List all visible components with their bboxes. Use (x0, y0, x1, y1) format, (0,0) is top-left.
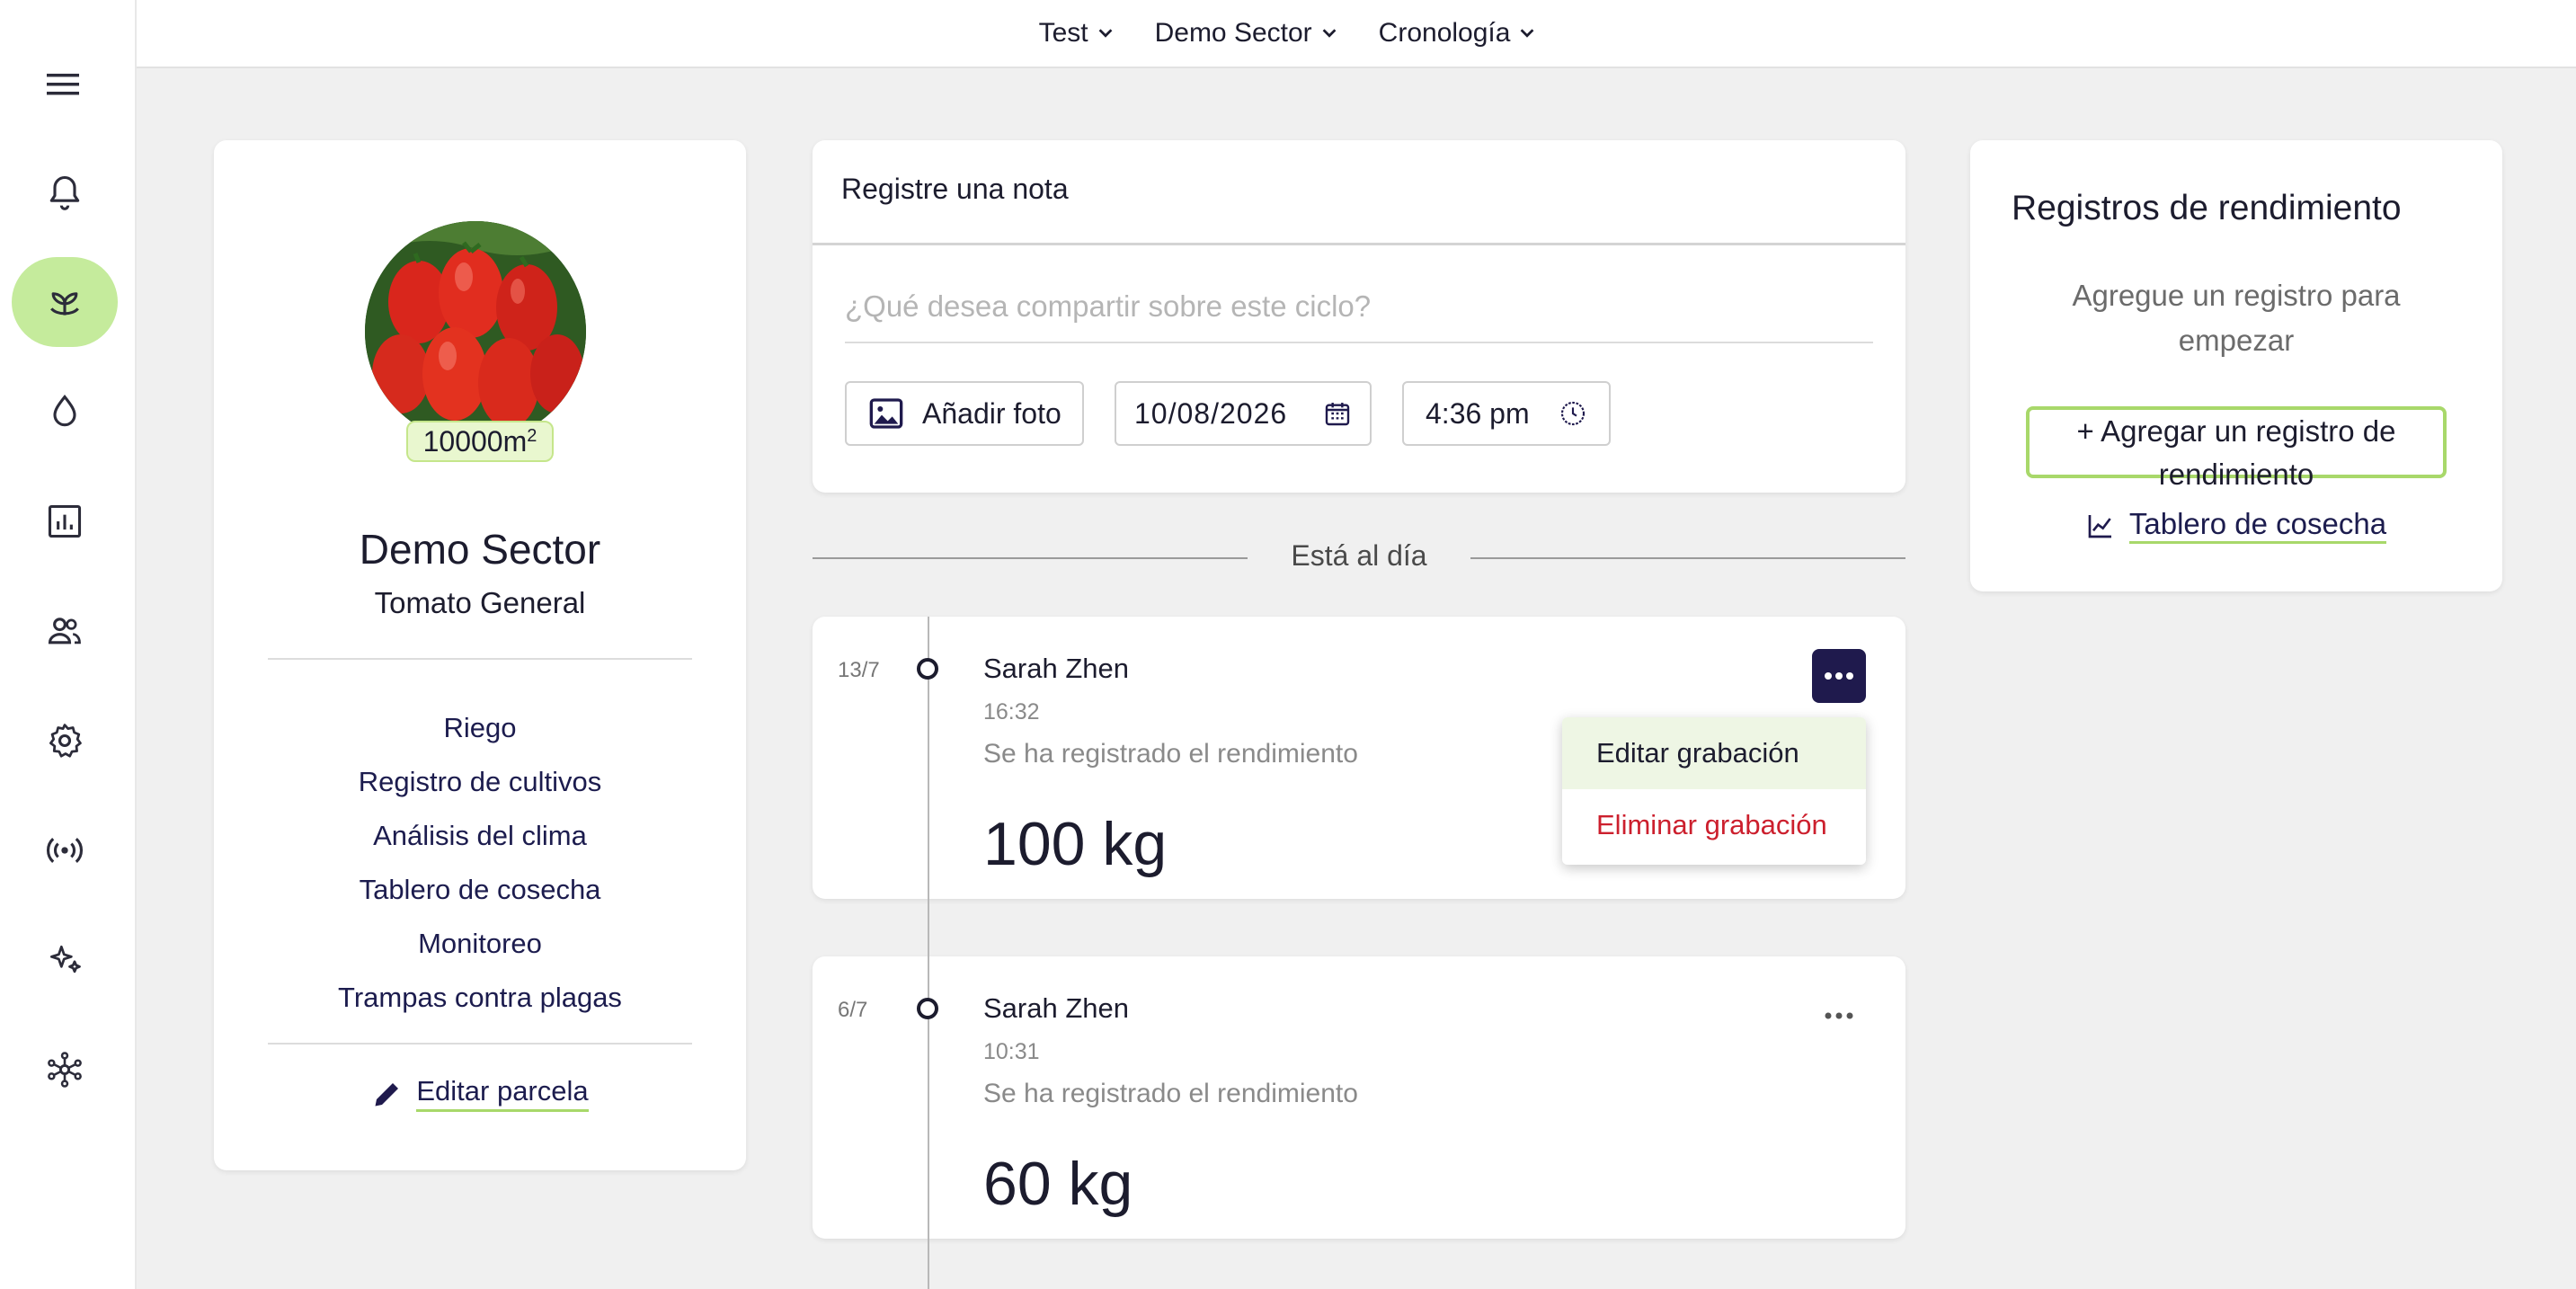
yield-title: Registros de rendimiento (2012, 189, 2402, 227)
calendar-icon (1325, 403, 1350, 426)
hamburger-menu-icon[interactable] (45, 67, 81, 102)
plot-crop-photo (365, 221, 586, 442)
edit-plot-link[interactable]: Editar parcela (214, 1075, 746, 1112)
plot-area-value: 10000m (422, 424, 528, 458)
add-yield-record-button[interactable]: + Agregar un registro de rendimiento (2026, 406, 2447, 491)
plot-area-badge: 10000m 2 (406, 421, 554, 462)
up-to-date-label: Está al día (1269, 539, 1449, 572)
yield-records-card: Registros de rendimiento Agregue un regi… (1970, 140, 2502, 591)
note-composer-card: Registre una nota Añadir foto 10/08/2026… (813, 140, 1905, 493)
entry-amount: 60 kg (983, 1150, 1133, 1218)
more-horizontal-icon (1825, 672, 1853, 680)
network-icon (48, 1052, 82, 1088)
entry-more-button[interactable] (1812, 649, 1866, 703)
edit-plot-label: Editar parcela (416, 1075, 589, 1112)
broadcast-icon (47, 838, 83, 863)
entry-actions-menu: Editar grabación Eliminar grabación (1562, 717, 1866, 865)
sidebar (0, 0, 137, 1289)
sidebar-item-sensors[interactable] (12, 805, 118, 895)
gear-icon (49, 724, 82, 758)
sidebar-item-ai[interactable] (12, 915, 118, 1005)
harvest-board-label: Tablero de cosecha (2128, 507, 2387, 544)
sidebar-item-team[interactable] (12, 586, 118, 676)
plant-icon (50, 292, 79, 316)
entry-author: Sarah Zhen (983, 992, 1129, 1024)
chevron-down-icon (1322, 29, 1337, 38)
crumb-view-label: Cronología (1378, 18, 1511, 48)
plot-crop: Tomato General (374, 586, 586, 619)
pencil-icon (375, 1082, 399, 1106)
date-value: 10/08/2026 (1134, 396, 1288, 430)
sidebar-item-integrations[interactable] (12, 1025, 118, 1115)
sidebar-item-settings[interactable] (12, 696, 118, 786)
time-field[interactable]: 4:36 pm (1402, 381, 1611, 446)
crumb-organization-label: Test (1038, 18, 1088, 48)
divider (813, 243, 1905, 245)
timeline-line (928, 617, 929, 1289)
line-chart-icon (2088, 514, 2111, 538)
entry-description: Se ha registrado el rendimiento (983, 739, 1358, 769)
plot-link-pest-traps[interactable]: Trampas contra plagas (338, 971, 622, 1025)
entry-date: 6/7 (838, 998, 868, 1022)
yield-empty-message: Agregue un registro para empezar (2072, 279, 2401, 357)
delete-record-option[interactable]: Eliminar grabación (1562, 789, 1866, 861)
note-input[interactable] (845, 271, 1873, 343)
up-to-date-separator: Está al día (813, 538, 1905, 579)
entry-author: Sarah Zhen (983, 653, 1129, 684)
entry-time: 10:31 (983, 1039, 1040, 1064)
plot-area-exponent: 2 (527, 425, 537, 446)
plot-link-monitoring[interactable]: Monitoreo (418, 917, 542, 971)
plot-links-list: Riego Registro de cultivos Análisis del … (214, 701, 746, 1025)
sidebar-item-reports[interactable] (12, 476, 118, 566)
add-photo-button[interactable]: Añadir foto (845, 381, 1084, 446)
people-icon (48, 618, 81, 644)
entry-amount: 100 kg (983, 810, 1168, 878)
timeline-dot (917, 998, 938, 1019)
add-photo-label: Añadir foto (922, 396, 1061, 430)
timeline-dot (917, 658, 938, 680)
tomato-image (365, 221, 586, 442)
image-icon (869, 398, 903, 429)
sparkles-icon (49, 945, 81, 973)
clock-icon (1560, 401, 1586, 426)
chart-icon (48, 504, 82, 538)
plot-link-weather[interactable]: Análisis del clima (373, 809, 587, 863)
edit-record-option[interactable]: Editar grabación (1562, 717, 1866, 789)
sidebar-item-irrigation[interactable] (12, 367, 118, 457)
harvest-board-link[interactable]: Tablero de cosecha (1970, 507, 2502, 544)
note-title: Registre una nota (841, 173, 1069, 205)
crumb-organization[interactable]: Test (1039, 18, 1115, 49)
date-field[interactable]: 10/08/2026 (1115, 381, 1372, 446)
sidebar-item-notifications[interactable] (12, 147, 118, 237)
chevron-down-icon (1521, 29, 1534, 38)
entry-more-button[interactable] (1812, 989, 1866, 1043)
entry-date: 13/7 (838, 658, 880, 682)
divider (268, 1043, 692, 1045)
divider (268, 658, 692, 660)
sidebar-item-plots[interactable] (12, 257, 118, 347)
crumb-sector-label: Demo Sector (1154, 18, 1312, 48)
entry-time: 16:32 (983, 699, 1040, 725)
chevron-down-icon (1098, 29, 1112, 38)
entry-description: Se ha registrado el rendimiento (983, 1079, 1358, 1108)
plot-name: Demo Sector (359, 526, 601, 573)
plot-link-irrigation[interactable]: Riego (444, 701, 517, 755)
plot-link-crop-records[interactable]: Registro de cultivos (359, 755, 602, 809)
crumb-view[interactable]: Cronología (1379, 18, 1538, 49)
more-horizontal-icon (1825, 1012, 1853, 1019)
timeline-entry: 6/7 Sarah Zhen 10:31 Se ha registrado el… (813, 956, 1905, 1239)
time-value: 4:36 pm (1426, 396, 1530, 430)
water-drop-icon (53, 395, 76, 427)
bell-icon (49, 175, 80, 210)
crumb-sector[interactable]: Demo Sector (1155, 18, 1339, 49)
plot-link-harvest-board[interactable]: Tablero de cosecha (360, 863, 601, 917)
plot-summary-card: 10000m 2 Demo Sector Tomato General Riego… (214, 140, 746, 1170)
top-breadcrumb-bar: Test Demo Sector Cronología (0, 0, 2576, 68)
